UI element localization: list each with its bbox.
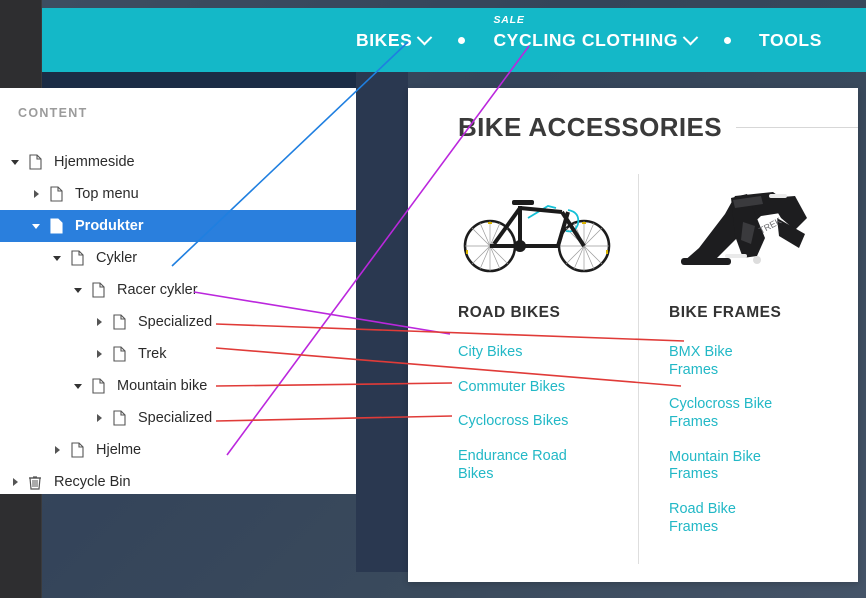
tree-item-label: Produkter (75, 218, 144, 234)
nav-items: BIKES SALE CYCLING CLOTHING TOOLS (342, 14, 836, 51)
dropdown-title-row: BIKE ACCESSORIES (458, 112, 858, 143)
mega-dropdown-panel: BIKE ACCESSORIES ROAD BIKES City Bikes C… (408, 88, 858, 582)
column-heading-road-bikes: ROAD BIKES (458, 304, 561, 321)
tree-item-top-menu[interactable]: Top menu (0, 178, 356, 210)
road-bike-photo (458, 174, 626, 282)
chevron-down-icon[interactable] (48, 255, 66, 261)
document-icon (108, 314, 130, 330)
screenshot-root: BIKES SALE CYCLING CLOTHING TOOLS BIKE A… (0, 0, 866, 598)
road-bike-icon (463, 200, 611, 273)
document-icon (108, 410, 130, 426)
dropdown-link-cyclocross-bikes[interactable]: Cyclocross Bikes (458, 413, 573, 431)
dropdown-link-cyclocross-bike-frames[interactable]: Cyclocross Bike Frames (669, 396, 781, 431)
tree-item-label: Specialized (138, 410, 213, 426)
chevron-down-icon[interactable] (27, 223, 45, 229)
dropdown-link-road-bike-frames[interactable]: Road Bike Frames (669, 501, 781, 536)
dropdown-link-commuter-bikes[interactable]: Commuter Bikes (458, 379, 573, 397)
tree-item-label: Hjemmeside (54, 154, 135, 170)
site-header-band (42, 72, 408, 88)
trash-icon (24, 474, 46, 490)
document-icon (87, 378, 109, 394)
title-divider (736, 127, 858, 128)
dropdown-column-bike-frames: TREK BIKE FRAMES BMX Bike Frames Cyclocr… (638, 174, 858, 564)
nav-separator-dot (458, 36, 466, 44)
document-icon (66, 250, 88, 266)
dropdown-columns: ROAD BIKES City Bikes Commuter Bikes Cyc… (408, 174, 858, 564)
dropdown-link-bmx-bike-frames[interactable]: BMX Bike Frames (669, 344, 781, 379)
nav-separator-dot (724, 36, 732, 44)
chevron-right-icon[interactable] (90, 414, 108, 422)
nav-item-bikes[interactable]: BIKES (342, 29, 444, 51)
tree-item-label: Recycle Bin (54, 474, 131, 490)
bike-frame-icon: TREK (681, 192, 807, 265)
site-navigation-bar: BIKES SALE CYCLING CLOTHING TOOLS (42, 8, 866, 72)
chevron-down-icon[interactable] (69, 383, 87, 389)
tree-item-label: Specialized (138, 314, 213, 330)
site-header-column-block (356, 72, 408, 572)
tree-item-produkter[interactable]: Produkter (0, 210, 356, 242)
nav-item-cycling-clothing[interactable]: SALE CYCLING CLOTHING (479, 14, 710, 51)
document-icon (87, 282, 109, 298)
nav-item-cycling-clothing-label: CYCLING CLOTHING (493, 29, 679, 50)
document-icon (24, 154, 46, 170)
tree-item-cykler[interactable]: Cykler (0, 242, 356, 274)
sale-badge: SALE (493, 13, 525, 26)
column-heading-bike-frames: BIKE FRAMES (669, 304, 782, 321)
dropdown-link-mountain-bike-frames[interactable]: Mountain Bike Frames (669, 449, 781, 484)
tree-item-specialized[interactable]: Specialized (0, 306, 356, 338)
chevron-down-icon[interactable] (69, 287, 87, 293)
nav-item-bikes-label: BIKES (355, 29, 413, 50)
document-icon (108, 346, 130, 362)
tree-item-hjelme[interactable]: Hjelme (0, 434, 356, 466)
chevron-down-icon (417, 29, 433, 45)
dropdown-link-city-bikes[interactable]: City Bikes (458, 344, 573, 362)
tree-item-label: Mountain bike (117, 378, 208, 394)
chevron-right-icon[interactable] (6, 478, 24, 486)
chevron-right-icon[interactable] (90, 350, 108, 358)
nav-item-tools-label: TOOLS (759, 29, 822, 50)
tree-item-racer-cykler[interactable]: Racer cykler (0, 274, 356, 306)
chevron-right-icon[interactable] (48, 446, 66, 454)
document-icon (45, 218, 67, 234)
tree-item-mountain-bike[interactable]: Mountain bike (0, 370, 356, 402)
tree-item-trek[interactable]: Trek (0, 338, 356, 370)
chevron-right-icon[interactable] (90, 318, 108, 326)
nav-item-tools[interactable]: TOOLS (745, 30, 836, 51)
tree-item-label: Top menu (75, 186, 139, 202)
content-tree-label: CONTENT (18, 106, 88, 120)
document-icon (45, 186, 67, 202)
document-icon (66, 442, 88, 458)
tree-item-label: Racer cykler (117, 282, 198, 298)
chevron-down-icon[interactable] (6, 159, 24, 165)
content-tree-panel: CONTENT Hjemmeside Top menu Produkter Cykle… (0, 88, 356, 494)
chevron-right-icon[interactable] (27, 190, 45, 198)
dropdown-title: BIKE ACCESSORIES (458, 112, 723, 142)
tree-item-label: Hjelme (96, 442, 142, 458)
dropdown-column-road-bikes: ROAD BIKES City Bikes Commuter Bikes Cyc… (408, 174, 638, 564)
tree-item-label: Cykler (96, 250, 138, 266)
content-tree-rows: Hjemmeside Top menu Produkter Cykler Racer c… (0, 146, 356, 494)
tree-item-recycle-bin[interactable]: Recycle Bin (0, 466, 356, 494)
tree-item-specialized[interactable]: Specialized (0, 402, 356, 434)
tree-item-hjemmeside[interactable]: Hjemmeside (0, 146, 356, 178)
bike-frame-photo: TREK (669, 174, 846, 282)
dropdown-link-endurance-road-bikes[interactable]: Endurance Road Bikes (458, 448, 573, 483)
tree-item-label: Trek (138, 346, 167, 362)
chevron-down-icon (682, 29, 699, 45)
